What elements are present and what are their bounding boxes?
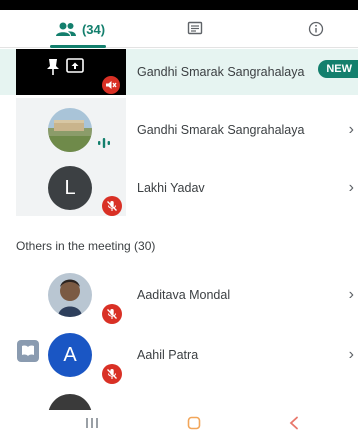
volume-off-badge xyxy=(102,76,120,94)
recents-icon xyxy=(86,418,98,428)
info-icon xyxy=(308,21,324,37)
landscape-photo xyxy=(48,108,92,152)
mic-off-icon xyxy=(107,201,117,211)
participant-row[interactable]: A Aahil Patra › xyxy=(0,326,358,384)
avatar xyxy=(48,394,92,410)
avatar: L xyxy=(48,166,92,210)
chevron-right-icon[interactable]: › xyxy=(349,286,354,304)
people-icon xyxy=(55,22,76,36)
back-button[interactable] xyxy=(282,412,306,434)
people-count: (34) xyxy=(81,21,106,37)
avatar: A xyxy=(48,333,92,377)
recents-button[interactable] xyxy=(80,412,104,434)
avatar xyxy=(48,273,92,317)
new-badge: NEW xyxy=(318,60,358,78)
participant-name: Aahil Patra xyxy=(137,348,199,362)
participant-name: Lakhi Yadav xyxy=(137,181,205,195)
participant-row[interactable]: L Lakhi Yadav › xyxy=(0,162,358,216)
chat-icon xyxy=(187,21,203,35)
presentation-thumbnail xyxy=(16,49,126,95)
back-icon xyxy=(289,416,298,430)
participant-row[interactable]: Aaditava Mondal › xyxy=(0,266,358,324)
section-header: Others in the meeting (30) xyxy=(16,239,156,253)
participant-row[interactable]: Gandhi Smarak Sangrahalaya › xyxy=(0,104,358,156)
speaking-icon xyxy=(98,138,110,148)
avatar xyxy=(48,108,92,152)
chevron-right-icon[interactable]: › xyxy=(349,346,354,364)
person-photo xyxy=(48,273,92,317)
tab-info[interactable] xyxy=(296,10,336,48)
home-icon xyxy=(187,416,201,430)
tab-bar: (34) xyxy=(0,10,358,48)
book-icon xyxy=(17,340,39,362)
home-button[interactable] xyxy=(182,412,206,434)
mic-off-badge xyxy=(102,364,122,384)
tab-people[interactable]: (34) xyxy=(28,10,132,48)
system-nav-bar xyxy=(0,410,358,436)
participant-name: Aaditava Mondal xyxy=(137,288,231,302)
tab-chat[interactable] xyxy=(175,10,215,48)
mic-off-icon xyxy=(107,369,117,379)
mic-off-icon xyxy=(107,309,117,319)
status-bar xyxy=(0,0,358,10)
presenter-name: Gandhi Smarak Sangrahalaya xyxy=(137,65,305,79)
mic-off-badge xyxy=(102,196,122,216)
present-icon xyxy=(66,58,84,73)
chevron-right-icon[interactable]: › xyxy=(349,121,354,139)
mic-off-badge xyxy=(102,304,122,324)
active-tab-indicator xyxy=(50,45,106,48)
participant-name: Gandhi Smarak Sangrahalaya xyxy=(137,123,305,137)
pin-icon[interactable] xyxy=(46,58,60,76)
volume-off-icon xyxy=(106,81,117,89)
chevron-right-icon[interactable]: › xyxy=(349,179,354,197)
